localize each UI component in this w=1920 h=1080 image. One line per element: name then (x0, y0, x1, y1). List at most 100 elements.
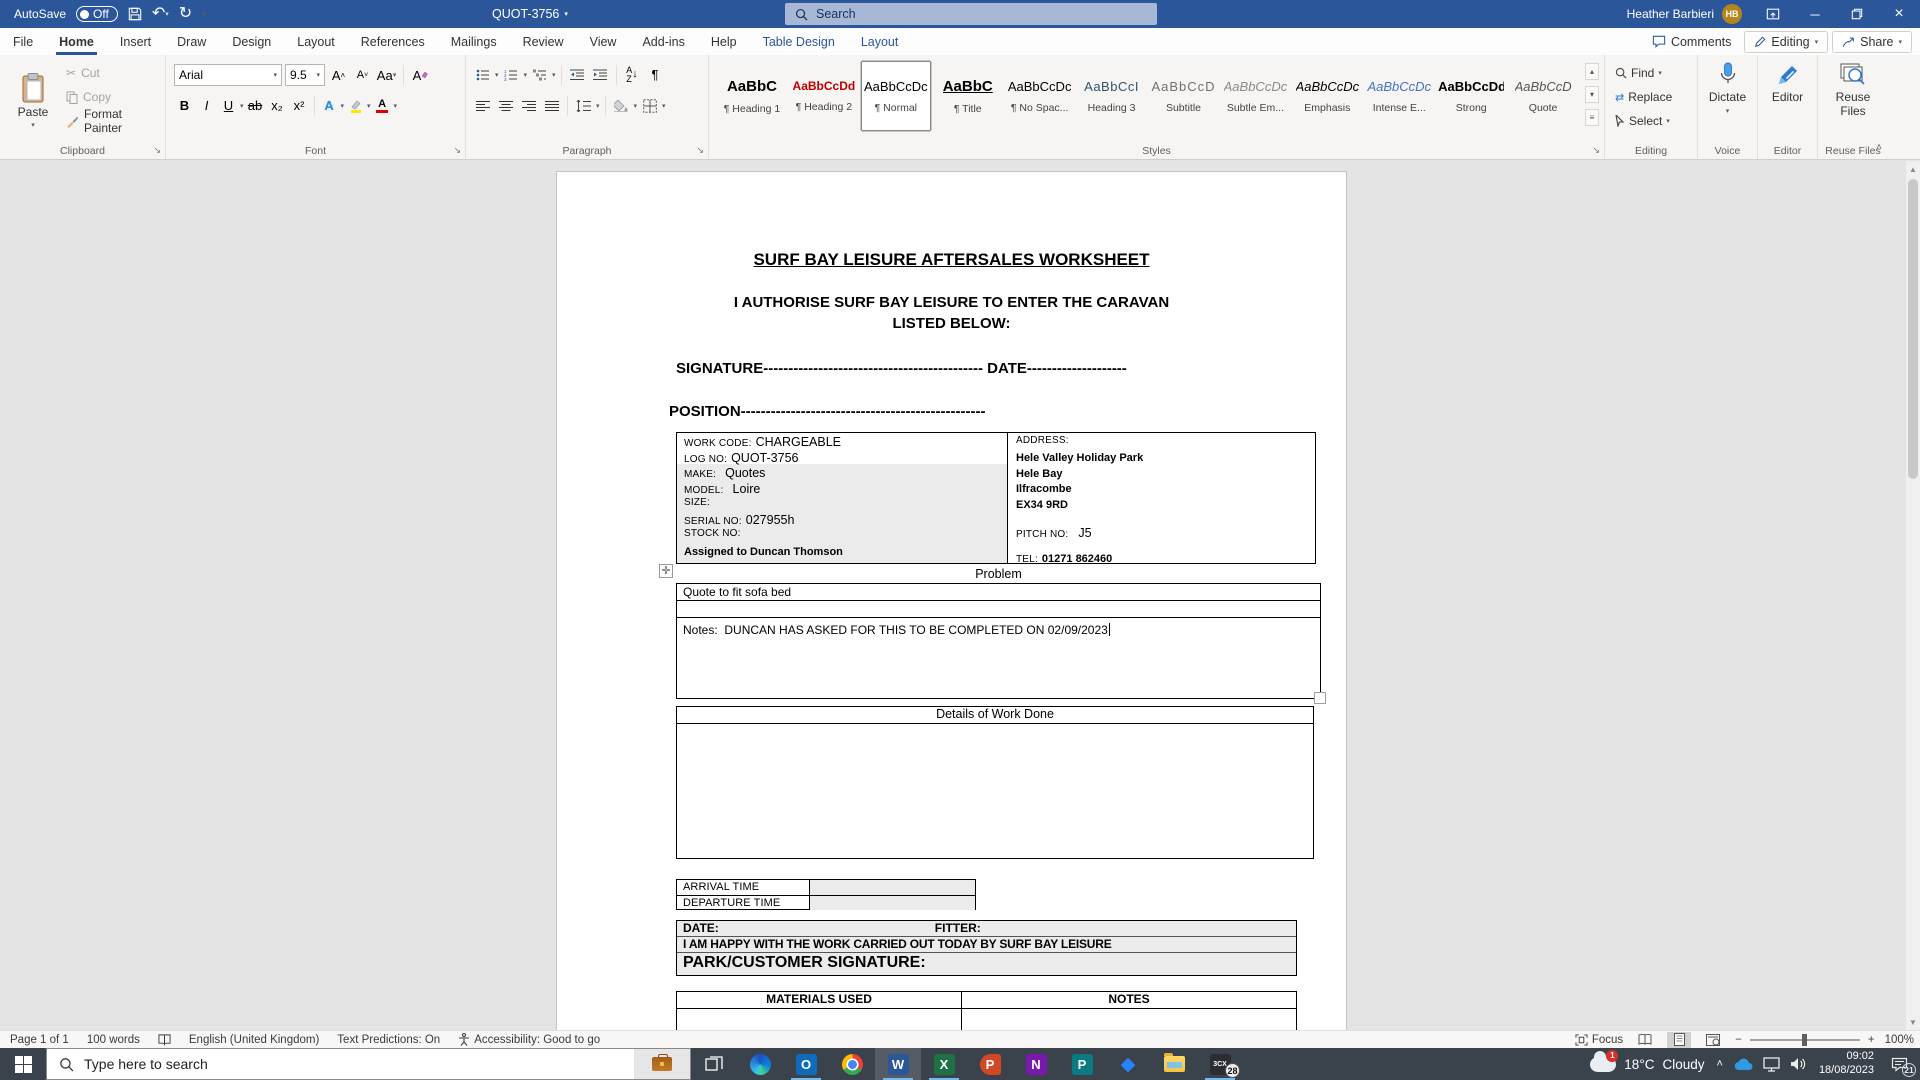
justify-button[interactable] (541, 95, 562, 116)
tab-table-layout[interactable]: Layout (848, 28, 912, 55)
font-color-options-icon[interactable]: ▾ (394, 102, 398, 110)
numbering-button[interactable]: 123 (501, 64, 522, 85)
shading-button[interactable] (611, 95, 632, 116)
dictate-button[interactable]: Dictate ▾ (1698, 62, 1757, 116)
subscript-button[interactable]: x₂ (267, 95, 288, 116)
shrink-font-button[interactable]: A˅ (352, 65, 373, 86)
line-spacing-button[interactable] (573, 95, 594, 116)
font-family-combo[interactable]: Arial▾ (174, 64, 282, 86)
taskbar-app-jira[interactable]: ◆ (1105, 1048, 1151, 1080)
taskbar-app-file-explorer[interactable] (1151, 1048, 1197, 1080)
font-dialog-launcher-icon[interactable]: ↘ (453, 145, 461, 156)
copy-button[interactable]: Copy (62, 87, 165, 107)
tab-layout[interactable]: Layout (284, 28, 348, 55)
autosave-toggle[interactable]: Off (76, 6, 118, 22)
text-effects-button[interactable]: A (319, 95, 340, 116)
styles-dialog-launcher-icon[interactable]: ↘ (1592, 145, 1600, 156)
taskbar-app-powerpoint[interactable]: P (967, 1048, 1013, 1080)
problem-notes-row[interactable]: Notes: DUNCAN HAS ASKED FOR THIS TO BE C… (677, 618, 1320, 698)
zoom-level[interactable]: 100% (1885, 1034, 1914, 1046)
avatar[interactable]: HB (1722, 4, 1742, 24)
zoom-out-icon[interactable]: − (1735, 1034, 1742, 1046)
borders-options-icon[interactable]: ▾ (662, 102, 666, 110)
tray-expand-icon[interactable]: ˄ (1717, 1058, 1723, 1070)
paste-button[interactable]: Paste ▾ (8, 63, 58, 135)
taskbar-search-box[interactable] (46, 1048, 691, 1080)
caravan-info-right-cell[interactable]: ADDRESS: Hele Valley Holiday Park Hele B… (1007, 433, 1315, 563)
word-count[interactable]: 100 words (87, 1034, 140, 1046)
select-button[interactable]: Select▾ (1613, 111, 1674, 131)
restore-button[interactable] (1836, 0, 1878, 28)
decrease-indent-button[interactable] (567, 64, 588, 85)
highlight-options-icon[interactable]: ▾ (367, 102, 371, 110)
tab-draw[interactable]: Draw (164, 28, 219, 55)
clock[interactable]: 09:02 18/08/2023 (1819, 1050, 1874, 1078)
taskbar-app-outlook[interactable]: O (783, 1048, 829, 1080)
departure-time-cell[interactable] (809, 896, 975, 910)
scroll-down-icon[interactable]: ▼ (1906, 1014, 1920, 1030)
font-size-combo[interactable]: 9.5▾ (285, 64, 325, 86)
tab-table-design[interactable]: Table Design (750, 28, 848, 55)
style-no-spacing[interactable]: AaBbCcDc¶ No Spac... (1005, 61, 1075, 131)
style-heading3[interactable]: AaBbCcIHeading 3 (1077, 61, 1147, 131)
print-layout-button[interactable] (1667, 1032, 1691, 1048)
editor-button[interactable]: Editor (1758, 62, 1817, 105)
table-resize-handle[interactable] (1314, 692, 1326, 704)
editing-mode-button[interactable]: Editing ▾ (1744, 31, 1828, 53)
bold-button[interactable]: B (174, 95, 195, 116)
notes-cell[interactable] (961, 1009, 1296, 1030)
line-spacing-options-icon[interactable]: ▾ (596, 102, 600, 110)
taskbar-app-publisher[interactable]: P (1059, 1048, 1105, 1080)
accessibility-indicator[interactable]: Accessibility: Good to go (458, 1033, 600, 1046)
shading-options-icon[interactable]: ▾ (634, 102, 638, 110)
change-case-button[interactable]: Aa▾ (376, 65, 397, 86)
redo-icon[interactable]: ↻ (179, 6, 192, 22)
style-intense-emphasis[interactable]: AaBbCcDcIntense E... (1364, 61, 1434, 131)
network-display-icon[interactable] (1763, 1057, 1780, 1072)
tab-home[interactable]: Home (46, 28, 107, 55)
tab-references[interactable]: References (348, 28, 438, 55)
text-effects-options-icon[interactable]: ▾ (341, 102, 345, 110)
bullets-options-icon[interactable]: ▾ (495, 71, 499, 79)
styles-scroll-up-icon[interactable]: ▴ (1585, 63, 1599, 80)
taskbar-app-3cx[interactable]: 3CX 28 (1197, 1048, 1243, 1080)
scroll-up-icon[interactable]: ▲ (1906, 161, 1920, 177)
taskbar-app-excel[interactable]: X (921, 1048, 967, 1080)
weather-widget[interactable]: 1 18°C Cloudy (1590, 1057, 1704, 1072)
document-title[interactable]: QUOT-3756 ▾ (492, 0, 568, 28)
share-button[interactable]: Share ▾ (1832, 31, 1912, 53)
tab-insert[interactable]: Insert (107, 28, 164, 55)
taskbar-search-input[interactable] (84, 1056, 514, 1072)
language-indicator[interactable]: English (United Kingdom) (189, 1034, 319, 1046)
format-painter-button[interactable]: Format Painter (62, 111, 165, 131)
comments-button[interactable]: Comments (1643, 32, 1740, 52)
style-heading2[interactable]: AaBbCcDd¶ Heading 2 (789, 61, 859, 131)
reuse-files-button[interactable]: ReuseFiles (1818, 62, 1888, 119)
replace-button[interactable]: ⇄ Replace (1613, 87, 1674, 107)
tab-design[interactable]: Design (219, 28, 284, 55)
zoom-slider[interactable]: − + (1735, 1034, 1874, 1046)
save-icon[interactable] (128, 7, 142, 21)
problem-row[interactable]: Quote to fit sofa bed (677, 584, 1320, 601)
multilevel-options-icon[interactable]: ▾ (552, 71, 556, 79)
tab-file[interactable]: File (0, 28, 46, 55)
vertical-scrollbar[interactable]: ▲ ▼ (1906, 161, 1920, 1030)
show-formatting-button[interactable]: ¶ (645, 64, 666, 85)
scrollbar-thumb[interactable] (1908, 179, 1918, 479)
zoom-in-icon[interactable]: + (1868, 1034, 1875, 1046)
search-input[interactable] (816, 7, 1116, 21)
align-right-button[interactable] (518, 95, 539, 116)
multilevel-list-button[interactable] (529, 64, 550, 85)
style-strong[interactable]: AaBbCcDdStrong (1436, 61, 1506, 131)
focus-button[interactable]: Focus (1575, 1034, 1623, 1046)
tab-addins[interactable]: Add-ins (629, 28, 697, 55)
undo-icon[interactable]: ↶▾ (152, 6, 169, 22)
clipboard-dialog-launcher-icon[interactable]: ↘ (153, 145, 161, 156)
table-move-handle[interactable]: ✛ (659, 564, 673, 578)
collapse-ribbon-icon[interactable]: ˄ (1876, 142, 1882, 153)
web-layout-button[interactable] (1701, 1032, 1725, 1048)
minimize-button[interactable]: ─ (1794, 0, 1836, 28)
underline-options-icon[interactable]: ▾ (240, 102, 244, 110)
numbering-options-icon[interactable]: ▾ (524, 71, 528, 79)
tab-view[interactable]: View (577, 28, 630, 55)
